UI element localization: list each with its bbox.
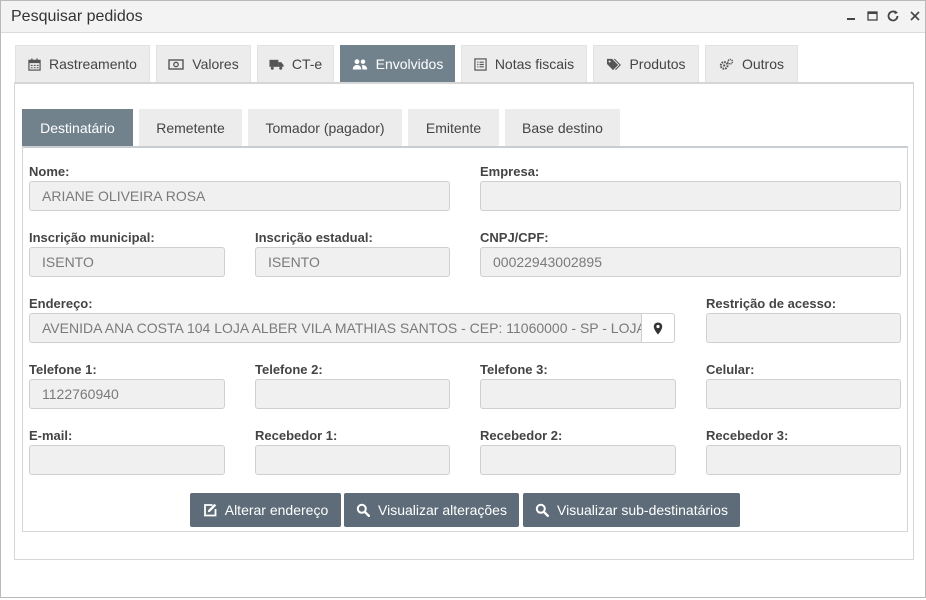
tab-label: Outros bbox=[741, 56, 784, 72]
minimize-icon[interactable] bbox=[842, 7, 860, 25]
calendar-icon bbox=[28, 57, 41, 71]
subtab-emitente[interactable]: Emitente bbox=[408, 109, 499, 146]
subtab-label: Base destino bbox=[522, 119, 603, 136]
map-pin-button[interactable] bbox=[641, 313, 675, 343]
window-title: Pesquisar pedidos bbox=[11, 8, 143, 25]
subtab-destinatario[interactable]: Destinatário bbox=[22, 109, 133, 146]
button-label: Visualizar alterações bbox=[378, 502, 507, 518]
tab-valores[interactable]: Valores bbox=[156, 45, 251, 82]
recebedor3-field[interactable] bbox=[706, 445, 901, 475]
subtab-remetente[interactable]: Remetente bbox=[139, 109, 242, 146]
visualizar-alteracoes-button[interactable]: Visualizar alterações bbox=[344, 493, 519, 527]
endereco-label: Endereço: bbox=[29, 296, 93, 311]
tab-label: CT-e bbox=[291, 56, 323, 72]
tab-label: Notas fiscais bbox=[494, 56, 575, 72]
endereco-field[interactable]: AVENIDA ANA COSTA 104 LOJA ALBER VILA MA… bbox=[29, 313, 642, 343]
users-icon bbox=[352, 58, 367, 69]
cnpj-cpf-field[interactable]: 00022943002895 bbox=[480, 247, 901, 277]
email-field[interactable] bbox=[29, 445, 225, 475]
tab-outros[interactable]: Outros bbox=[705, 45, 798, 82]
tab-cte[interactable]: CT-e bbox=[257, 45, 334, 82]
subtab-label: Destinatário bbox=[40, 119, 115, 136]
telefone1-label: Telefone 1: bbox=[29, 362, 97, 377]
alterar-endereco-button[interactable]: Alterar endereço bbox=[190, 493, 341, 527]
tab-label: Envolvidos bbox=[375, 56, 444, 72]
window: Pesquisar pedidos Rastreamento Valores C… bbox=[0, 0, 926, 598]
nome-field[interactable]: ARIANE OLIVEIRA ROSA bbox=[29, 181, 450, 211]
search-icon bbox=[356, 503, 371, 517]
empresa-label: Empresa: bbox=[480, 164, 540, 179]
button-label: Alterar endereço bbox=[224, 502, 329, 518]
subtab-tomador[interactable]: Tomador (pagador) bbox=[248, 109, 402, 146]
button-label: Visualizar sub-destinatários bbox=[557, 502, 728, 518]
recebedor2-field[interactable] bbox=[480, 445, 676, 475]
recebedor1-label: Recebedor 1: bbox=[255, 428, 338, 443]
tab-envolvidos[interactable]: Envolvidos bbox=[340, 45, 455, 82]
empresa-field[interactable] bbox=[480, 181, 901, 211]
recebedor2-label: Recebedor 2: bbox=[480, 428, 563, 443]
cogs-icon bbox=[719, 58, 734, 70]
subtab-base-destino[interactable]: Base destino bbox=[505, 109, 620, 146]
telefone3-field[interactable] bbox=[480, 379, 676, 409]
restricao-label: Restrição de acesso: bbox=[706, 296, 837, 311]
visualizar-sub-destinatarios-button[interactable]: Visualizar sub-destinatários bbox=[523, 493, 740, 527]
email-label: E-mail: bbox=[29, 428, 73, 443]
telefone3-label: Telefone 3: bbox=[480, 362, 548, 377]
tab-label: Valores bbox=[192, 56, 239, 72]
telefone1-field[interactable]: 1122760940 bbox=[29, 379, 225, 409]
tab-notas-fiscais[interactable]: Notas fiscais bbox=[461, 45, 587, 82]
inscricao-municipal-label: Inscrição municipal: bbox=[29, 230, 155, 245]
telefone2-field[interactable] bbox=[255, 379, 450, 409]
inscricao-estadual-field[interactable]: ISENTO bbox=[255, 247, 450, 277]
close-icon[interactable] bbox=[906, 7, 924, 25]
tab-label: Produtos bbox=[629, 56, 686, 72]
subtab-label: Emitente bbox=[425, 119, 482, 136]
map-marker-icon bbox=[653, 322, 663, 334]
truck-icon bbox=[269, 59, 284, 70]
subtab-label: Tomador (pagador) bbox=[265, 119, 385, 136]
cnpj-cpf-label: CNPJ/CPF: bbox=[480, 230, 549, 245]
tab-rastreamento[interactable]: Rastreamento bbox=[15, 45, 150, 82]
tab-label: Rastreamento bbox=[49, 56, 137, 72]
refresh-icon[interactable] bbox=[884, 7, 902, 25]
maximize-icon[interactable] bbox=[863, 7, 881, 25]
search-icon bbox=[535, 503, 550, 517]
telefone2-label: Telefone 2: bbox=[255, 362, 323, 377]
inscricao-municipal-field[interactable]: ISENTO bbox=[29, 247, 225, 277]
nome-label: Nome: bbox=[29, 164, 70, 179]
celular-field[interactable] bbox=[706, 379, 901, 409]
tags-icon bbox=[607, 58, 622, 70]
tab-produtos[interactable]: Produtos bbox=[593, 45, 699, 82]
list-icon bbox=[474, 57, 487, 71]
edit-icon bbox=[203, 503, 217, 517]
celular-label: Celular: bbox=[706, 362, 755, 377]
recebedor1-field[interactable] bbox=[255, 445, 450, 475]
money-icon bbox=[168, 58, 184, 70]
inscricao-estadual-label: Inscrição estadual: bbox=[255, 230, 373, 245]
restricao-field[interactable] bbox=[706, 313, 901, 343]
recebedor3-label: Recebedor 3: bbox=[706, 428, 789, 443]
title-bar: Pesquisar pedidos bbox=[1, 1, 925, 33]
subtab-label: Remetente bbox=[156, 119, 225, 136]
